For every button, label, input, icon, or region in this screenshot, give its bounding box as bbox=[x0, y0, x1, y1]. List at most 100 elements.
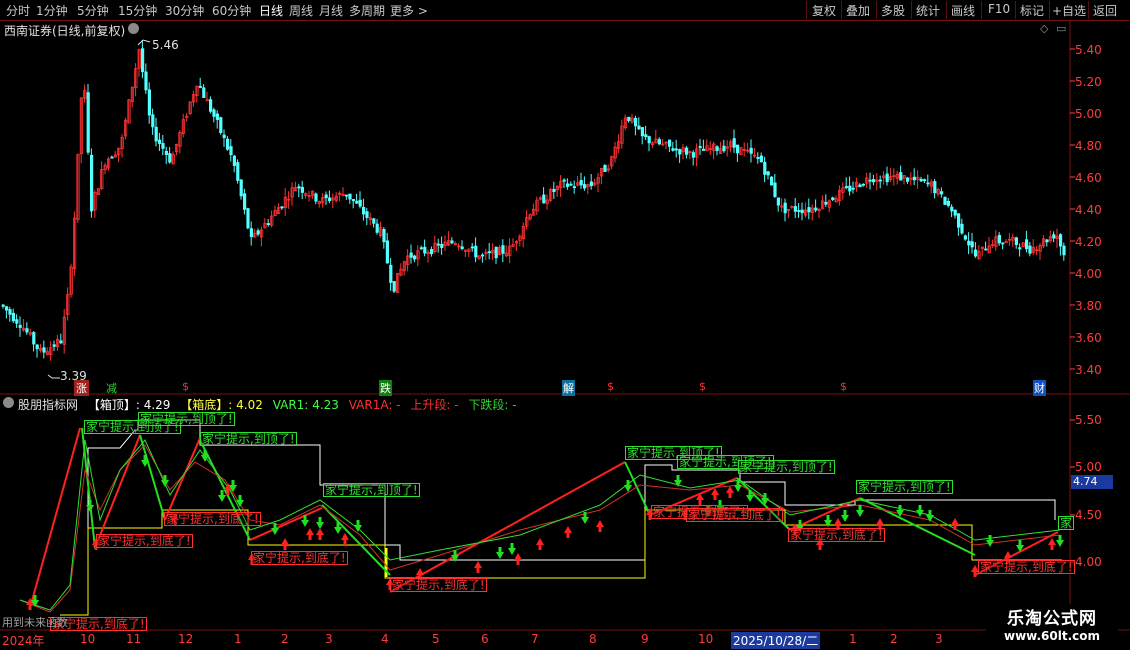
candle-body bbox=[912, 176, 917, 181]
chart-canvas[interactable] bbox=[0, 0, 1130, 650]
y-tick: 4.20 bbox=[1075, 235, 1102, 249]
candle-body bbox=[807, 207, 811, 213]
buy-arrow bbox=[951, 518, 959, 530]
buy-arrow bbox=[474, 561, 482, 573]
stock-title[interactable]: 西南证券(日线,前复权) bbox=[4, 22, 125, 39]
candle-body bbox=[950, 206, 954, 212]
candle-body bbox=[429, 249, 434, 255]
candle-body bbox=[480, 254, 485, 257]
current-price-tag: 4.74 bbox=[1071, 475, 1113, 489]
box-top-value: 4.29 bbox=[143, 398, 171, 412]
candle-body bbox=[691, 152, 696, 158]
candle-body bbox=[246, 208, 250, 229]
sell-arrow bbox=[916, 505, 924, 517]
candle-body bbox=[566, 183, 570, 187]
candle-body bbox=[358, 199, 362, 207]
candle-body bbox=[967, 240, 971, 246]
chevron-down-icon[interactable] bbox=[128, 23, 139, 34]
candle-body bbox=[579, 180, 583, 186]
event-dividend[interactable]: $ bbox=[607, 380, 614, 393]
candle-body bbox=[1052, 234, 1056, 239]
candle-body bbox=[759, 155, 764, 163]
sell-arrow bbox=[86, 500, 94, 512]
indicator-name[interactable]: 股朋指标网 bbox=[18, 398, 78, 412]
candle-body bbox=[42, 347, 46, 353]
candle-body bbox=[984, 248, 988, 251]
candle-body bbox=[749, 147, 753, 154]
event-die[interactable]: 跌 bbox=[379, 380, 392, 396]
event-cai[interactable]: 财 bbox=[1033, 380, 1046, 396]
up-trend-line bbox=[164, 437, 201, 521]
candle-body bbox=[215, 113, 219, 120]
candle-body bbox=[1028, 245, 1032, 254]
sell-arrow bbox=[896, 505, 904, 517]
candle-body bbox=[919, 178, 923, 182]
candle-body bbox=[327, 197, 332, 202]
candle-body bbox=[419, 247, 424, 250]
candle-body bbox=[899, 172, 903, 181]
bottom-signal-label: 家宁提示,到底了! bbox=[164, 512, 261, 526]
candle-body bbox=[222, 134, 226, 139]
candle-body bbox=[168, 153, 172, 163]
candle-body bbox=[685, 147, 689, 155]
candle-body bbox=[202, 87, 206, 98]
x-tick: 10 bbox=[698, 632, 714, 646]
chevron-down-icon[interactable] bbox=[3, 397, 14, 408]
event-zhang[interactable]: 涨 bbox=[74, 380, 89, 396]
x-tick: 7 bbox=[531, 632, 539, 646]
candle-body bbox=[198, 86, 202, 88]
candle-body bbox=[219, 117, 223, 134]
up-segment-label: 上升段: - bbox=[410, 398, 459, 412]
sell-arrow bbox=[581, 512, 589, 524]
candle-body bbox=[144, 71, 148, 91]
candle-body bbox=[372, 218, 376, 224]
event-jian[interactable]: 减 bbox=[106, 380, 117, 396]
x-tick: 3 bbox=[325, 632, 333, 646]
top-signal-label: 家宁提示,到顶了! bbox=[323, 483, 420, 497]
x-tick: 9 bbox=[641, 632, 649, 646]
y-tick: 4.60 bbox=[1075, 171, 1102, 185]
candle-body bbox=[800, 209, 804, 214]
candle-body bbox=[878, 179, 883, 182]
candle-body bbox=[552, 188, 556, 192]
candle-body bbox=[926, 182, 930, 185]
candle-body bbox=[773, 182, 777, 197]
diamond-icon[interactable]: ◇ bbox=[1040, 22, 1048, 35]
x-cursor-date: 2025/10/28/二 bbox=[731, 632, 821, 649]
watermark: 乐淘公式网 www.60lt.com bbox=[986, 604, 1118, 648]
candle-body bbox=[59, 340, 63, 344]
candle-body bbox=[657, 139, 662, 145]
sell-arrow bbox=[316, 517, 324, 529]
buy-arrow bbox=[596, 520, 604, 532]
y-tick: 4.00 bbox=[1075, 555, 1102, 569]
event-jie[interactable]: 解 bbox=[562, 380, 575, 396]
candle-body bbox=[1062, 245, 1066, 256]
candle-body bbox=[361, 207, 366, 215]
y-tick: 5.00 bbox=[1075, 107, 1102, 121]
candle-body bbox=[674, 148, 679, 151]
y-tick: 5.50 bbox=[1075, 413, 1102, 427]
bottom-signal-label: 家宁提示,到底了! bbox=[686, 508, 783, 522]
candle-body bbox=[831, 197, 835, 200]
down-segment-label: 下跌段: - bbox=[468, 398, 517, 412]
sell-arrow bbox=[841, 510, 849, 522]
candle-body bbox=[974, 249, 978, 257]
sell-arrow bbox=[986, 535, 994, 547]
candle-body bbox=[647, 136, 651, 144]
var1a-label: VAR1A: - bbox=[348, 398, 401, 412]
candle-body bbox=[572, 186, 577, 189]
candle-body bbox=[86, 92, 90, 153]
candle-body bbox=[668, 139, 672, 147]
expand-icon[interactable]: ▭ bbox=[1056, 22, 1066, 35]
candle-body bbox=[542, 194, 546, 204]
up-trend-line bbox=[94, 434, 141, 549]
candle-body bbox=[637, 125, 641, 130]
candle-body bbox=[858, 184, 862, 188]
event-dividend[interactable]: $ bbox=[182, 380, 189, 393]
candle-body bbox=[474, 245, 478, 258]
event-dividend[interactable]: $ bbox=[840, 380, 847, 393]
event-dividend[interactable]: $ bbox=[699, 380, 706, 393]
top-signal-label: 家宁提示,到顶了! bbox=[856, 480, 953, 494]
candle-body bbox=[11, 312, 15, 322]
candle-body bbox=[569, 183, 573, 186]
